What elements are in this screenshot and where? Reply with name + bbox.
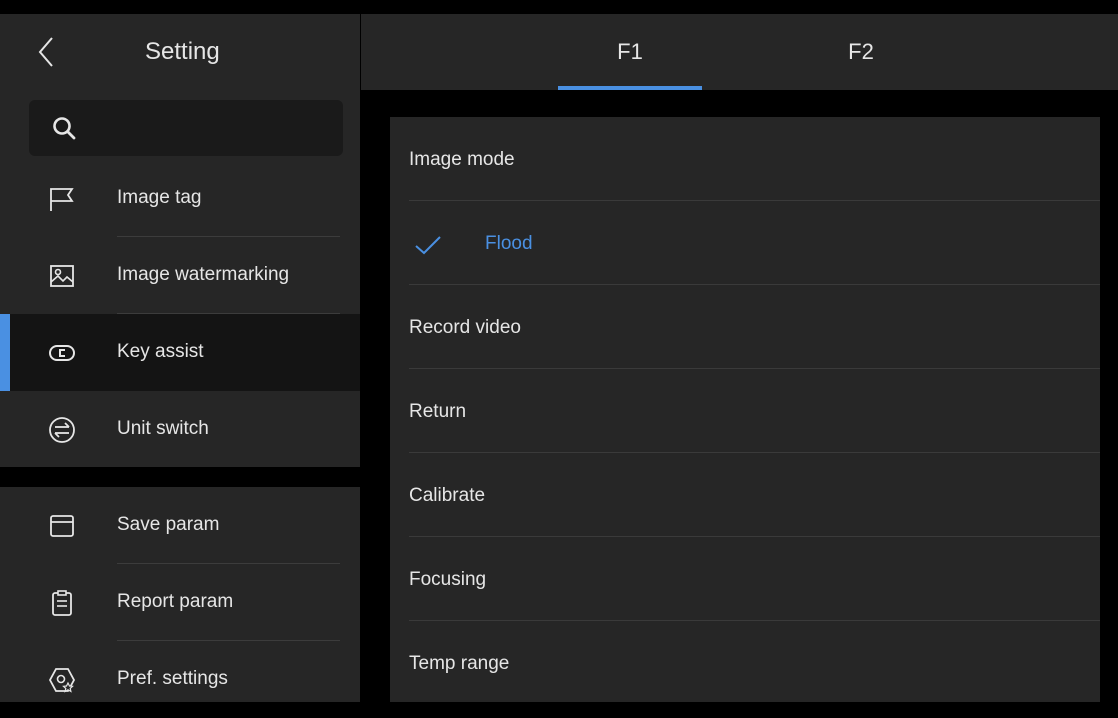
sidebar-item-label: Image tag (117, 187, 202, 208)
sidebar-item-key-assist[interactable]: Key assist (0, 314, 360, 391)
tab-f1[interactable]: F1 (558, 14, 702, 90)
save-icon (50, 515, 74, 537)
page-title: Setting (145, 38, 220, 65)
tab-label: F2 (848, 39, 874, 64)
key-function-list: Image mode Flood Record video Return Cal… (390, 117, 1100, 702)
sidebar-header: Setting (0, 14, 360, 90)
key-icon (49, 345, 75, 361)
back-button[interactable] (32, 32, 62, 72)
sidebar-item-label: Image watermarking (117, 264, 290, 285)
pref-settings-icon (48, 668, 76, 693)
list-item-label: Temp range (409, 653, 510, 674)
tab-bar: F1 F2 (361, 14, 1118, 90)
tab-label: F1 (617, 39, 643, 64)
tab-f2[interactable]: F2 (789, 14, 933, 90)
search-icon (53, 117, 76, 140)
sidebar-item-label: Key assist (117, 341, 204, 362)
switch-icon (49, 417, 75, 443)
sidebar-item-label: Report param (117, 591, 234, 612)
sidebar-item-label: Unit switch (117, 418, 209, 439)
clipboard-icon (52, 590, 72, 616)
flag-icon (50, 188, 74, 211)
sidebar-item-save-param[interactable]: Save param (0, 487, 360, 564)
search-input[interactable] (89, 110, 333, 148)
settings-sidebar: Setting Image tag Image watermarking Key… (0, 14, 360, 702)
list-item-label: Focusing (409, 569, 487, 590)
list-item-record-video[interactable]: Record video (390, 285, 1100, 369)
active-indicator (0, 314, 10, 391)
sidebar-item-image-tag[interactable]: Image tag (0, 160, 360, 237)
checkmark-icon (415, 236, 441, 255)
list-item-label: Image mode (409, 149, 515, 170)
image-icon (50, 265, 74, 287)
sidebar-item-unit-switch[interactable]: Unit switch (0, 391, 360, 468)
list-item-calibrate[interactable]: Calibrate (390, 453, 1100, 537)
sidebar-item-label: Pref. settings (117, 668, 228, 689)
list-item-image-mode[interactable]: Image mode (390, 117, 1100, 201)
list-item-label: Calibrate (409, 485, 486, 506)
sidebar-item-label: Save param (117, 514, 220, 535)
list-item-flood[interactable]: Flood (390, 201, 1100, 285)
sidebar-item-report-param[interactable]: Report param (0, 564, 360, 641)
sidebar-item-pref-settings[interactable]: Pref. settings (0, 641, 360, 718)
list-item-label: Return (409, 401, 467, 422)
active-tab-indicator (558, 86, 702, 90)
section-gap (0, 467, 360, 487)
list-item-label: Flood (485, 233, 533, 254)
chevron-left-icon (38, 37, 53, 67)
list-item-focusing[interactable]: Focusing (390, 537, 1100, 621)
list-item-label: Record video (409, 317, 521, 338)
search-box[interactable] (29, 100, 343, 156)
sidebar-item-image-watermarking[interactable]: Image watermarking (0, 237, 360, 314)
list-item-temp-range[interactable]: Temp range (390, 621, 1100, 705)
list-item-return[interactable]: Return (390, 369, 1100, 453)
